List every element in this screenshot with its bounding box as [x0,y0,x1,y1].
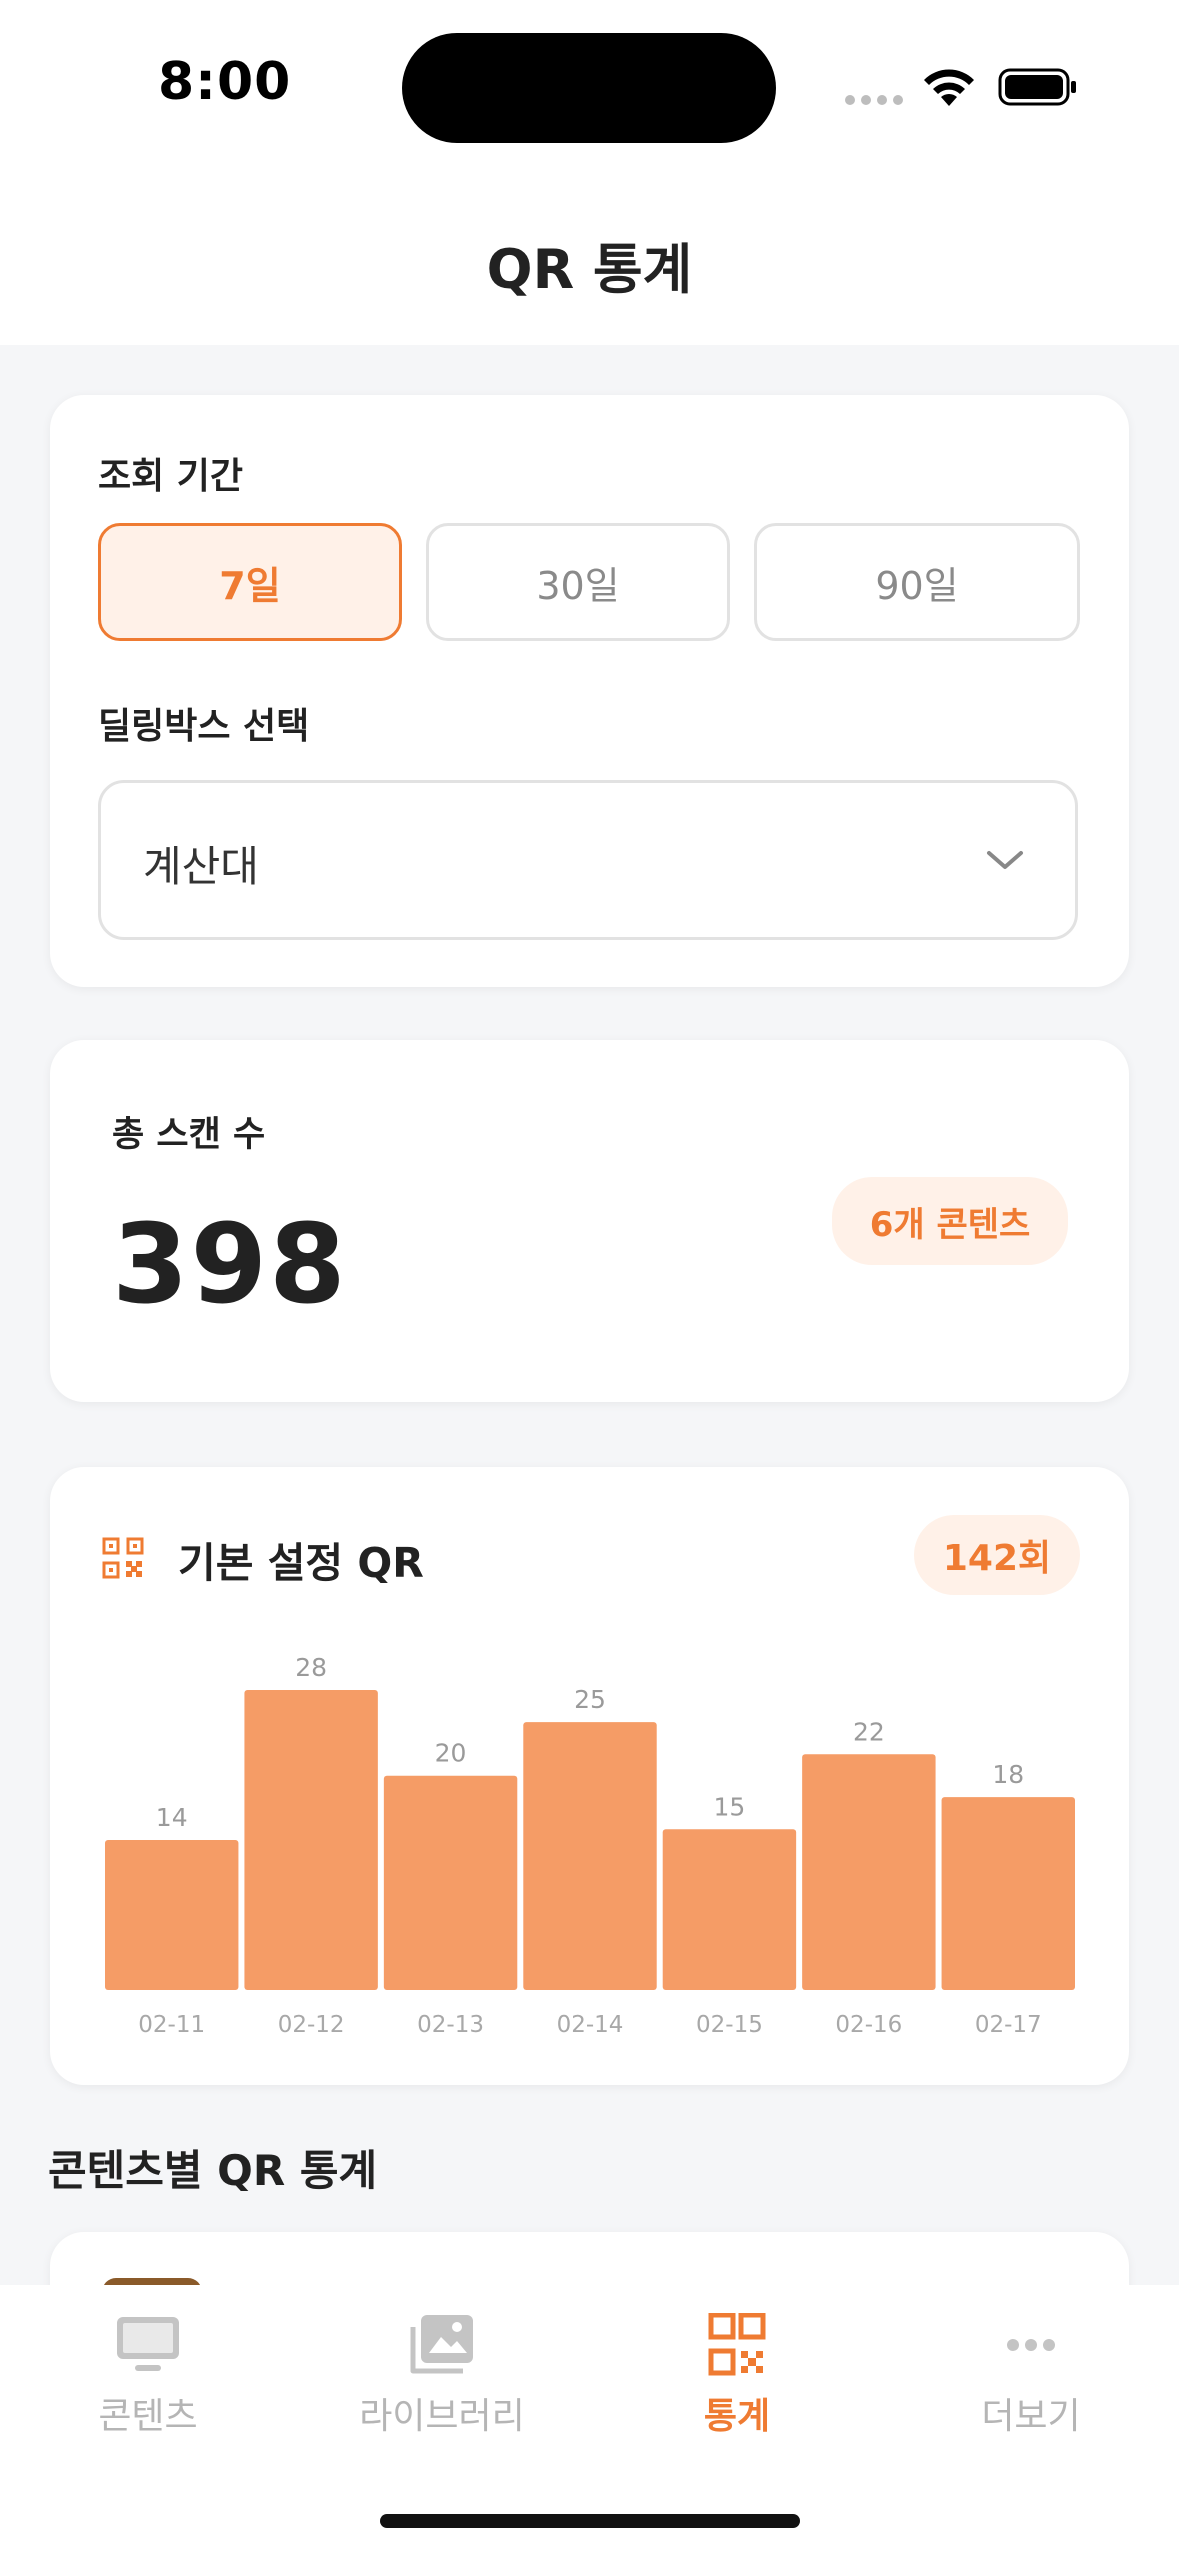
qr-icon [708,2313,766,2376]
chart-bar [941,1797,1075,1990]
tab-library[interactable]: 라이브러리 [332,2313,552,2437]
chart-x-tick-label: 02-12 [278,2012,345,2038]
chart-value-label: 18 [992,1760,1024,1789]
tab-library-label: 라이브러리 [359,2396,525,2437]
period-30d-button[interactable]: 30일 [426,523,730,641]
filter-card: 조회 기간 7일 30일 90일 딜링박스 선택 계산대 [50,395,1129,987]
chart-value-label: 28 [295,1653,327,1682]
contents-count-badge: 6개 콘텐츠 [832,1177,1068,1265]
section-title: 콘텐츠별 QR 통계 [48,2146,378,2195]
dealbox-label: 딜링박스 선택 [98,706,310,747]
chart-value-label: 14 [156,1803,188,1832]
chart-x-tick-label: 02-11 [138,2012,205,2038]
chart-value-label: 20 [435,1739,467,1768]
chart-x-tick-label: 02-14 [557,2012,624,2038]
total-scans-label: 총 스캔 수 [112,1115,266,1155]
status-time: 8:00 [158,52,292,112]
dealbox-select[interactable]: 계산대 [98,780,1078,940]
chart-x-tick-label: 02-13 [417,2012,484,2038]
qr-chart-card: 기본 설정 QR 142회 14 02-11 28 02-12 20 02-13 25 02-… [50,1467,1129,2085]
tab-more-label: 더보기 [981,2396,1081,2437]
tab-stats[interactable]: 통계 [627,2313,847,2437]
battery-icon [998,68,1076,106]
wifi-icon [924,69,974,106]
period-label: 조회 기간 [98,456,244,497]
dynamic-island [402,33,776,143]
tab-stats-label: 통계 [703,2396,771,2437]
chart-value-label: 25 [574,1685,606,1714]
chart-x-tick-label: 02-15 [696,2012,763,2038]
period-90d-button[interactable]: 90일 [754,523,1080,641]
scan-bar-chart: 14 02-11 28 02-12 20 02-13 25 02-14 15 02-15 22 02-… [105,1653,1075,2038]
status-bar: 8:00 [0,0,1179,170]
chart-value-label: 22 [853,1717,885,1746]
period-7d-button[interactable]: 7일 [98,523,402,641]
gallery-icon [410,2315,473,2374]
chart-bar [662,1829,797,1990]
chart-x-tick-label: 02-17 [975,2012,1042,2038]
tab-contents[interactable]: 콘텐츠 [38,2313,258,2437]
chart-bar [802,1754,936,1990]
home-indicator [380,2514,800,2528]
chevron-down-icon [987,851,1023,869]
navigation-header: QR 통계 [0,170,1179,345]
chart-value-label: 15 [714,1792,746,1821]
page-title: QR 통계 [486,238,693,301]
cellular-signal-icon [845,95,905,105]
chart-bar [244,1690,378,1990]
monitor-icon [117,2317,179,2371]
tab-more[interactable]: 더보기 [921,2313,1141,2437]
more-icon [1007,2339,1055,2351]
dealbox-select-value: 계산대 [143,842,259,891]
chart-bar [383,1775,518,1990]
chart-x-tick-label: 02-16 [835,2012,902,2038]
total-scans-card: 총 스캔 수 398 6개 콘텐츠 [50,1040,1129,1402]
tab-contents-label: 콘텐츠 [98,2396,198,2437]
chart-bar [523,1722,657,1990]
chart-bar [105,1840,239,1990]
total-scans-value: 398 [112,1200,348,1328]
